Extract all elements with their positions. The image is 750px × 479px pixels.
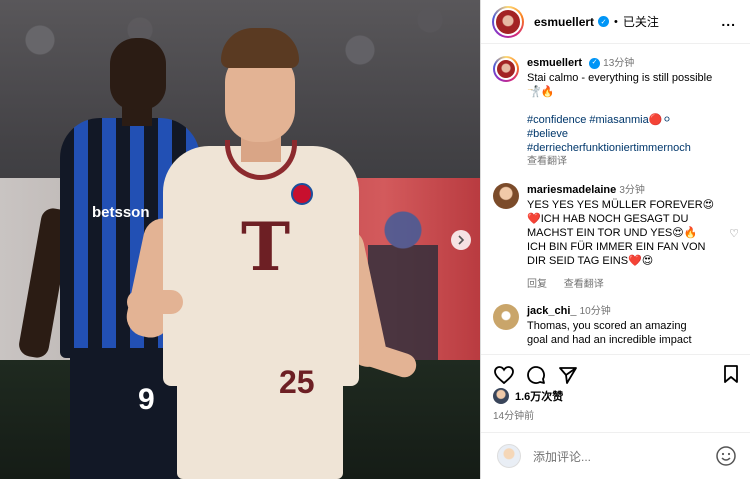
bookmark-icon[interactable] xyxy=(723,364,739,387)
comments-scroll[interactable]: esmuellert ✓ 13分钟 Stai calmo - everythin… xyxy=(481,44,750,354)
caption-body: esmuellert ✓ 13分钟 Stai calmo - everythin… xyxy=(527,56,737,169)
post-view: betsson 9 T 25 esmuellert ✓ • 已关注 ... es… xyxy=(0,0,750,479)
bayern-hair xyxy=(221,28,299,68)
hashtag-line[interactable]: #derriecherfunktioniertimmernoch xyxy=(527,141,737,155)
caption-emoji: 🤺🔥 xyxy=(527,86,555,98)
follow-status-button[interactable]: 已关注 xyxy=(623,13,659,30)
comment-text-line: Thomas, you scored an amazing xyxy=(527,320,687,332)
verified-icon: ✓ xyxy=(589,57,601,69)
post-header: esmuellert ✓ • 已关注 ... xyxy=(481,0,750,44)
header-username[interactable]: esmuellert xyxy=(534,15,594,29)
bayern-player: T 25 xyxy=(123,28,425,479)
hashtag-line[interactable]: #confidence #miasanmia🔴⚪ xyxy=(527,113,737,127)
bookmark-icon-graphic xyxy=(724,365,738,383)
bayern-number: 25 xyxy=(279,364,315,400)
see-translation-link[interactable]: 查看翻译 xyxy=(527,155,737,169)
comment-icon[interactable] xyxy=(525,364,547,386)
caption-avatar-image xyxy=(495,58,517,80)
comment-icon-graphic xyxy=(527,365,545,384)
comment-text-line: ICH BIN FÜR IMMER EIN FAN VON xyxy=(527,241,706,253)
bayern-right-hand xyxy=(356,339,420,381)
share-icon[interactable] xyxy=(557,364,579,386)
comment-text-line: DIR SEID TAG EINS❤️😍 xyxy=(527,255,654,267)
commenter-avatar[interactable] xyxy=(493,304,519,330)
comment-text-line: ❤️ICH HAB NOCH GESAGT DU xyxy=(527,213,689,225)
caption-username[interactable]: esmuellert xyxy=(527,57,582,69)
emoji-picker-icon[interactable] xyxy=(715,445,737,467)
comment-row: mariesmadelaine 3分钟 YES YES YES MÜLLER F… xyxy=(481,183,750,292)
current-user-avatar xyxy=(497,444,521,468)
comment-meta: mariesmadelaine 3分钟 xyxy=(527,183,737,198)
author-avatar[interactable] xyxy=(492,5,524,38)
comment-time: 10分钟 xyxy=(579,306,611,317)
verified-icon: ✓ xyxy=(598,16,610,27)
liker-avatar xyxy=(493,388,509,404)
comment-row: jack_chi_ 10分钟 Thomas, you scored an ama… xyxy=(481,304,750,347)
author-avatar-image xyxy=(494,7,522,36)
caption-meta: esmuellert ✓ 13分钟 xyxy=(527,56,737,71)
comment-username[interactable]: mariesmadelaine xyxy=(527,184,616,196)
hashtag-line[interactable]: #believe xyxy=(527,127,737,141)
like-comment-heart-icon[interactable]: ♡ xyxy=(729,227,739,240)
comment-body: mariesmadelaine 3分钟 YES YES YES MÜLLER F… xyxy=(527,183,737,292)
caption-text: Stai calmo - everything is still possibl… xyxy=(527,72,713,84)
comment-actions: 回复 查看翻译 xyxy=(527,278,737,292)
caption-avatar[interactable] xyxy=(493,56,519,82)
separator-dot: • xyxy=(614,15,618,28)
comment-body: jack_chi_ 10分钟 Thomas, you scored an ama… xyxy=(527,304,737,347)
see-translation-link[interactable]: 查看翻译 xyxy=(564,279,604,290)
comment-text-line: YES YES YES MÜLLER FOREVER😍 xyxy=(527,199,715,211)
caption-row: esmuellert ✓ 13分钟 Stai calmo - everythin… xyxy=(481,56,750,169)
add-comment-bar: 添加评论... xyxy=(481,432,750,479)
carousel-next-button[interactable] xyxy=(451,230,471,250)
telekom-logo: T xyxy=(241,208,291,286)
comment-meta: jack_chi_ 10分钟 xyxy=(527,304,737,319)
add-comment-input[interactable]: 添加评论... xyxy=(533,448,591,465)
like-heart-icon[interactable] xyxy=(493,364,515,386)
post-photo: betsson 9 T 25 xyxy=(0,0,480,479)
more-options-icon[interactable]: ... xyxy=(721,13,736,29)
bayern-left-hand xyxy=(127,290,183,314)
comment-text-line: goal and had an incredible impact xyxy=(527,334,692,346)
likes-text: 1.6万次赞 xyxy=(515,391,564,403)
reply-button[interactable]: 回复 xyxy=(527,279,547,290)
commenter-avatar[interactable] xyxy=(493,183,519,209)
share-icon-graphic xyxy=(559,366,577,384)
post-panel: esmuellert ✓ • 已关注 ... esmuellert ✓ 13分钟… xyxy=(480,0,750,479)
comment-text-line: MACHST EIN TOR UND YES😍🔥 xyxy=(527,227,698,239)
caption-time: 13分钟 xyxy=(603,58,635,69)
bayern-shorts xyxy=(177,374,343,479)
emoji-picker-icon-graphic xyxy=(716,446,736,466)
likes-count[interactable]: 1.6万次赞 xyxy=(493,388,563,404)
comment-time: 3分钟 xyxy=(619,185,645,196)
like-heart-icon-graphic xyxy=(494,365,514,384)
chevron-right-icon xyxy=(458,235,465,245)
club-crest-icon xyxy=(291,183,313,205)
comment-username[interactable]: jack_chi_ xyxy=(527,305,577,317)
post-timestamp: 14分钟前 xyxy=(493,411,535,422)
